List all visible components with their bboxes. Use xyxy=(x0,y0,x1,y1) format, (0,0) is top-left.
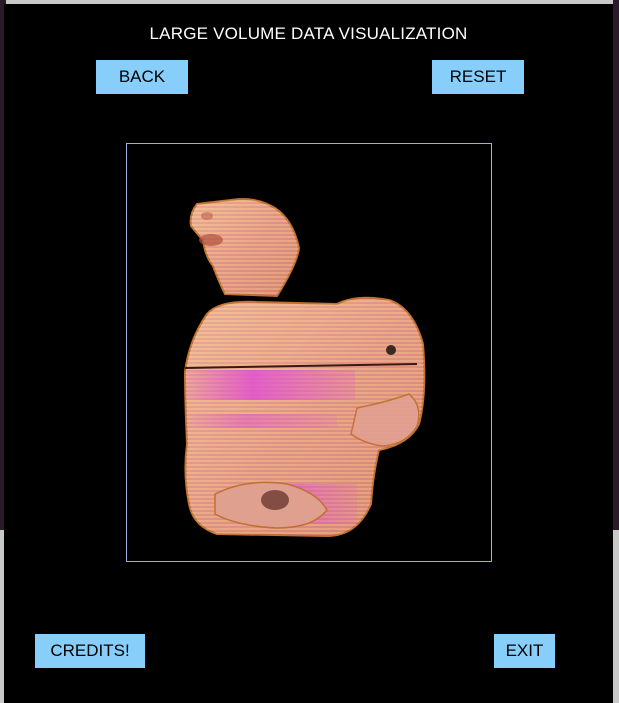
back-button[interactable]: BACK xyxy=(96,60,188,94)
credits-button[interactable]: CREDITS! xyxy=(35,634,145,668)
volume-render-image xyxy=(183,198,426,538)
visualization-window: LARGE VOLUME DATA VISUALIZATION BACK RES… xyxy=(4,4,613,703)
exit-button[interactable]: EXIT xyxy=(494,634,555,668)
background-strip-right xyxy=(613,0,619,530)
window-title: LARGE VOLUME DATA VISUALIZATION xyxy=(149,24,468,43)
volume-render-viewport[interactable] xyxy=(126,143,492,562)
reset-button[interactable]: RESET xyxy=(432,60,524,94)
